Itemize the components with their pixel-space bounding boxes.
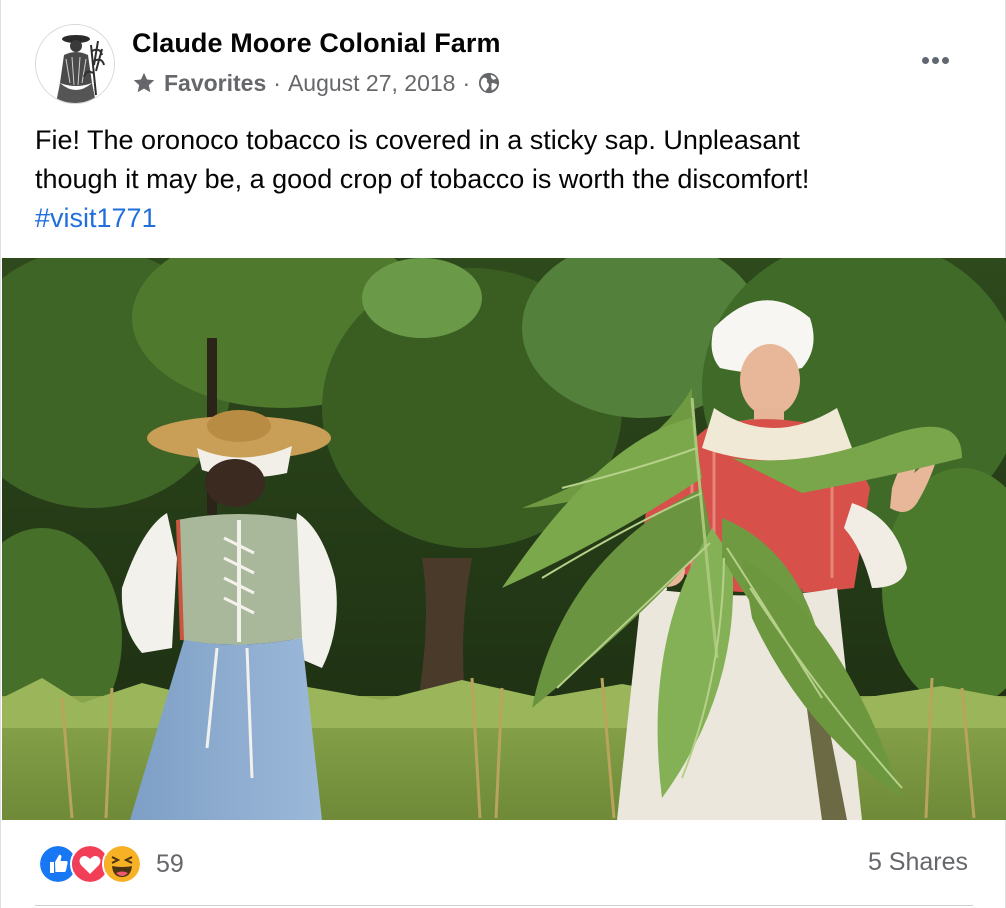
hashtag-link[interactable]: #visit1771 [35, 203, 157, 233]
post-header: Claude Moore Colonial Farm Favorites · A… [1, 0, 1006, 120]
colonial-figure-logo [36, 25, 114, 103]
post-photo[interactable] [2, 258, 1006, 820]
more-options-icon [921, 56, 929, 64]
post-text-line: Fie! The oronoco tobacco is covered in a… [35, 125, 800, 155]
star-icon [133, 72, 155, 93]
post-text-line: though it may be, a good crop of tobacco… [35, 164, 810, 194]
audience-label[interactable]: Favorites [164, 70, 266, 97]
globe-icon[interactable] [478, 72, 500, 94]
meta-separator: · [273, 69, 281, 96]
facebook-post: Claude Moore Colonial Farm Favorites · A… [0, 0, 1006, 908]
more-options-icon [931, 56, 939, 64]
more-options-icon [941, 56, 949, 64]
post-text: Fie! The oronoco tobacco is covered in a… [35, 121, 975, 238]
page-name[interactable]: Claude Moore Colonial Farm [132, 28, 501, 59]
shares-count[interactable]: 5 Shares [868, 848, 968, 877]
reactions-summary[interactable]: 59 [38, 844, 184, 884]
footer-divider [35, 905, 973, 906]
post-date[interactable]: August 27, 2018 [288, 70, 456, 97]
reaction-count: 59 [156, 849, 184, 878]
page-avatar[interactable] [35, 24, 115, 104]
post-meta: Favorites · August 27, 2018 · [132, 68, 500, 98]
meta-separator: · [462, 69, 471, 96]
haha-icon [102, 844, 142, 884]
more-options-button[interactable] [913, 46, 957, 74]
